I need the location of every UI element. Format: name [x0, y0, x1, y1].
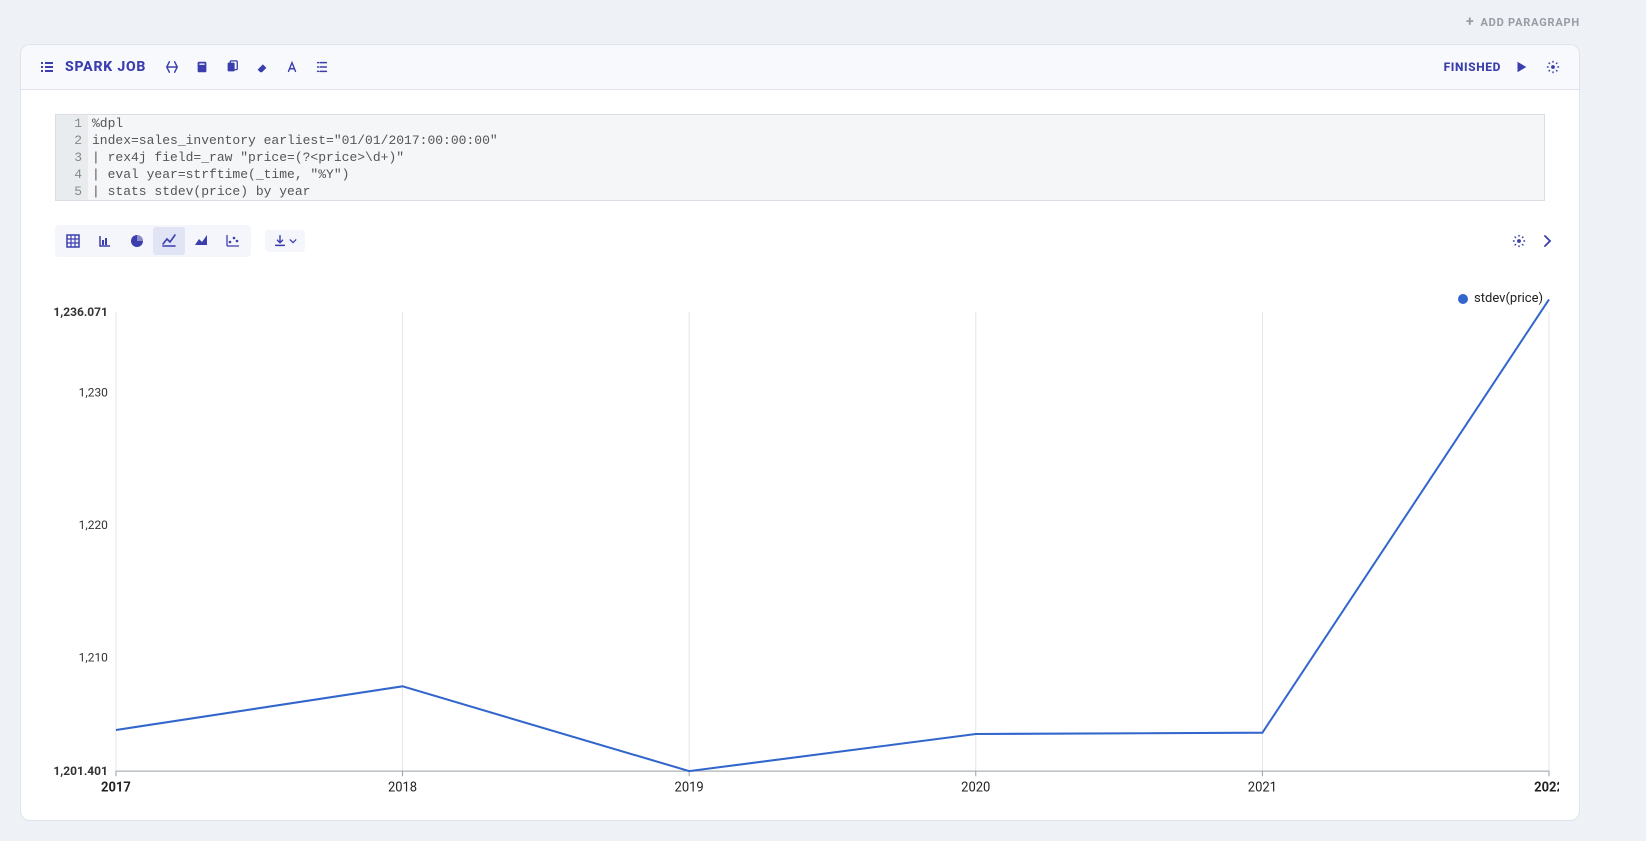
status-label: FINISHED — [1444, 60, 1501, 74]
svg-text:2017: 2017 — [101, 781, 131, 796]
viz-type-group — [55, 225, 251, 257]
table-chart-button[interactable] — [57, 227, 89, 255]
svg-text:1,236.071: 1,236.071 — [53, 305, 107, 319]
svg-text:1,201.401: 1,201.401 — [53, 764, 107, 778]
book-icon[interactable] — [190, 55, 214, 79]
font-icon[interactable] — [280, 55, 304, 79]
line-number: 3 — [56, 149, 88, 166]
gear-icon[interactable] — [1541, 55, 1565, 79]
chart-svg: 1,201.401 1,210 1,220 1,230 1,236.071 2017 201… — [41, 287, 1559, 802]
chart-legend[interactable]: stdev(price) — [1458, 291, 1543, 306]
line-number: 2 — [56, 132, 88, 149]
code-line: index=sales_inventory earliest="01/01/20… — [88, 132, 1544, 149]
code-line: | rex4j field=_raw "price=(?<price>\d+)" — [88, 149, 1544, 166]
chevron-right-icon[interactable] — [1535, 229, 1559, 253]
legend-dot-icon — [1458, 294, 1468, 304]
bar-chart-button[interactable] — [89, 227, 121, 255]
list-icon[interactable] — [35, 55, 59, 79]
line-chart-button[interactable] — [153, 227, 185, 255]
area-chart-button[interactable] — [185, 227, 217, 255]
paragraph-panel: SPARK JOB FINISHED — [20, 44, 1580, 821]
chevron-down-icon — [289, 237, 297, 245]
svg-text:2018: 2018 — [388, 781, 417, 796]
code-line: %dpl — [88, 115, 1544, 132]
panel-header: SPARK JOB FINISHED — [21, 45, 1579, 90]
svg-text:1,230: 1,230 — [79, 385, 108, 399]
chart-right-controls — [1507, 229, 1559, 253]
line-number: 5 — [56, 183, 88, 200]
resize-width-icon[interactable] — [160, 55, 184, 79]
svg-text:2022: 2022 — [1534, 781, 1559, 796]
line-number: 1 — [56, 115, 88, 132]
viz-toolbar — [55, 225, 1579, 257]
add-paragraph-label: ADD PARAGRAPH — [1480, 16, 1580, 29]
line-number: 4 — [56, 166, 88, 183]
play-icon[interactable] — [1509, 55, 1533, 79]
add-paragraph-button[interactable]: + ADD PARAGRAPH — [1466, 15, 1580, 29]
chart-settings-icon[interactable] — [1507, 229, 1531, 253]
code-editor[interactable]: 1%dpl 2index=sales_inventory earliest="0… — [55, 114, 1545, 201]
chart-area: stdev(price) 1,201.4011,2101,2201,2301,2… — [41, 287, 1559, 802]
download-button[interactable] — [265, 230, 305, 252]
svg-text:2019: 2019 — [675, 781, 704, 796]
svg-text:2021: 2021 — [1248, 781, 1277, 796]
header-right: FINISHED — [1444, 55, 1565, 79]
pie-chart-button[interactable] — [121, 227, 153, 255]
panel-title: SPARK JOB — [65, 59, 146, 75]
svg-text:2020: 2020 — [961, 781, 990, 796]
code-line: | stats stdev(price) by year — [88, 183, 1544, 200]
copy-icon[interactable] — [220, 55, 244, 79]
svg-text:1,220: 1,220 — [79, 518, 108, 532]
line-numbers-icon[interactable] — [310, 55, 334, 79]
header-left: SPARK JOB — [35, 55, 334, 79]
eraser-icon[interactable] — [250, 55, 274, 79]
scatter-chart-button[interactable] — [217, 227, 249, 255]
legend-label: stdev(price) — [1474, 291, 1543, 306]
svg-text:1,210: 1,210 — [79, 650, 108, 664]
code-line: | eval year=strftime(_time, "%Y") — [88, 166, 1544, 183]
plus-icon: + — [1466, 15, 1474, 29]
